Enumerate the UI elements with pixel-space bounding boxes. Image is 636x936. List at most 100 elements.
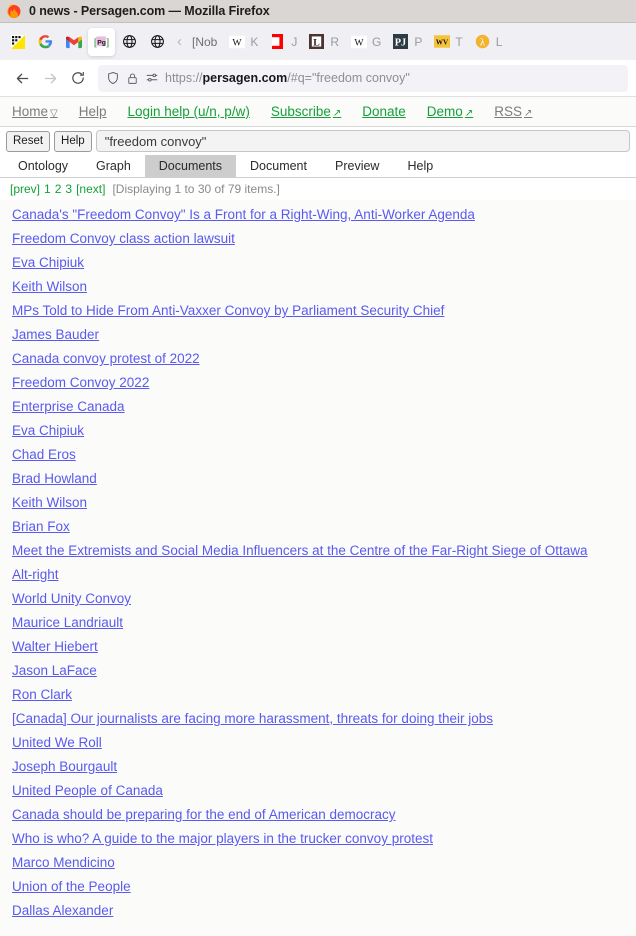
window-title: 0 news - Persagen.com — Mozilla Firefox (29, 4, 270, 18)
list-item[interactable]: Marco Mendicino (12, 851, 636, 875)
lambda-icon: λ (474, 33, 491, 50)
list-item[interactable]: MPs Told to Hide From Anti-Vaxxer Convoy… (12, 299, 636, 323)
site-navigation[interactable]: Home ▽ Help Login help (u/n, p/w) Subscri… (0, 97, 636, 127)
bookmark-globe-2[interactable] (144, 28, 171, 56)
list-item[interactable]: Enterprise Canada (12, 395, 636, 419)
nav-item-demo[interactable]: Demo ↗ (427, 104, 473, 119)
chevron-left-icon[interactable]: ‹ (172, 33, 187, 50)
permissions-icon[interactable] (145, 71, 159, 85)
list-item[interactable]: Chad Eros (12, 443, 636, 467)
tab-ontology[interactable]: Ontology (4, 155, 82, 177)
shield-icon[interactable] (106, 71, 120, 85)
list-item[interactable]: Canada's "Freedom Convoy" Is a Front for… (12, 203, 636, 227)
list-item[interactable]: United We Roll (12, 731, 636, 755)
pager-prev[interactable]: [prev] (10, 182, 40, 196)
list-item[interactable]: Dallas Alexander (12, 899, 636, 923)
lock-icon[interactable] (126, 72, 139, 85)
bookmark-label: K (250, 34, 259, 49)
list-item[interactable]: Keith Wilson (12, 275, 636, 299)
list-item[interactable]: Brad Howland (12, 467, 636, 491)
list-item[interactable]: World Unity Convoy (12, 587, 636, 611)
search-toolbar[interactable]: Reset Help (0, 127, 636, 155)
list-item[interactable]: Jason LaFace (12, 659, 636, 683)
back-arrow-icon[interactable] (8, 64, 36, 92)
nav-item-rss[interactable]: RSS ↗ (494, 104, 532, 119)
svg-text:L: L (314, 37, 321, 48)
list-item[interactable]: [Canada] Our journalists are facing more… (12, 707, 636, 731)
list-item[interactable]: Alt-right (12, 563, 636, 587)
bookmark-lambda[interactable]: λ L (469, 28, 508, 56)
page-tabs[interactable]: Ontology Graph Documents Document Previe… (0, 155, 636, 178)
bookmark-google[interactable] (32, 28, 59, 56)
svg-text:WV: WV (436, 39, 449, 47)
tab-preview[interactable]: Preview (321, 155, 393, 177)
gmail-icon (65, 33, 82, 50)
tab-document[interactable]: Document (236, 155, 321, 177)
browser-navigation-bar[interactable]: https://persagen.com/#q="freedom convoy" (0, 60, 636, 97)
list-item[interactable]: Canada should be preparing for the end o… (12, 803, 636, 827)
search-input[interactable] (95, 130, 630, 152)
list-item[interactable]: Brian Fox (12, 515, 636, 539)
external-link-icon: ↗ (464, 108, 474, 119)
bookmark-library[interactable]: L R (303, 28, 344, 56)
list-item[interactable]: Joseph Bourgault (12, 755, 636, 779)
bookmark-globe-1[interactable] (116, 28, 143, 56)
pager-next[interactable]: [next] (76, 182, 105, 196)
list-item[interactable]: Walter Hiebert (12, 635, 636, 659)
bookmark-wikiwand[interactable]: WV T (428, 28, 467, 56)
nav-label: Help (78, 104, 107, 119)
tab-documents[interactable]: Documents (144, 155, 237, 177)
wikipedia-icon: W (350, 33, 367, 50)
list-item[interactable]: United People of Canada (12, 779, 636, 803)
pagination[interactable]: [prev] 1 2 3 [next] [Displaying 1 to 30 … (0, 178, 636, 200)
list-item[interactable]: James Bauder (12, 323, 636, 347)
external-link-icon: ↗ (332, 108, 342, 119)
bookmark-nobel[interactable]: [Nob (187, 28, 222, 56)
list-item[interactable]: Eva Chipiuk (12, 251, 636, 275)
bookmark-pj[interactable]: PJ P (387, 28, 427, 56)
nav-item-help[interactable]: Help (79, 104, 107, 119)
list-item[interactable]: Maurice Landriault (12, 611, 636, 635)
nav-label: Home (12, 104, 49, 119)
bookmark-persagen[interactable]: [ Pg ] (88, 27, 115, 56)
bookmarks-toolbar[interactable]: [ Pg ] ‹ [Nob W K J L R W G PJ P WV T λ … (0, 23, 636, 60)
bookmark-jstor[interactable]: J (264, 28, 302, 56)
list-item[interactable]: Union of the People (12, 875, 636, 899)
list-item[interactable]: Freedom Convoy class action lawsuit (12, 227, 636, 251)
list-item[interactable]: Keith Wilson (12, 491, 636, 515)
pager-page-3[interactable]: 3 (65, 182, 72, 196)
nav-label: RSS (494, 104, 522, 119)
firefox-icon (6, 3, 22, 19)
bookmark-label: [Nob (192, 34, 218, 49)
forward-arrow-icon[interactable] (36, 64, 64, 92)
bookmark-apps-grid[interactable] (4, 28, 31, 56)
list-item[interactable]: Eva Chipiuk (12, 419, 636, 443)
reset-button[interactable]: Reset (6, 130, 51, 152)
nav-item-subscribe[interactable]: Subscribe ↗ (271, 104, 341, 119)
pager-page-1[interactable]: 1 (44, 182, 51, 196)
nav-item-home[interactable]: Home ▽ (12, 104, 58, 119)
list-item[interactable]: Ron Clark (12, 683, 636, 707)
bookmark-wikipedia-g[interactable]: W G (345, 28, 386, 56)
bookmark-gmail[interactable] (60, 28, 87, 56)
url-text: https://persagen.com/#q="freedom convoy" (165, 71, 410, 85)
nav-item-donate[interactable]: Donate (362, 104, 406, 119)
url-path: /#q="freedom convoy" (287, 71, 410, 85)
globe-icon (149, 33, 166, 50)
tab-help[interactable]: Help (393, 155, 447, 177)
nav-item-login-help[interactable]: Login help (u/n, p/w) (127, 104, 249, 119)
list-item[interactable]: Meet the Extremists and Social Media Inf… (12, 539, 636, 563)
bookmark-wikipedia-k[interactable]: W K (223, 28, 263, 56)
list-item[interactable]: Freedom Convoy 2022 (12, 371, 636, 395)
list-item[interactable]: Canada convoy protest of 2022 (12, 347, 636, 371)
list-item[interactable]: Who is who? A guide to the major players… (12, 827, 636, 851)
url-scheme: https:// (165, 71, 203, 85)
jstor-icon (269, 33, 286, 50)
search-help-button[interactable]: Help (54, 130, 92, 152)
tab-graph[interactable]: Graph (82, 155, 145, 177)
pager-page-2[interactable]: 2 (55, 182, 62, 196)
reload-icon[interactable] (64, 64, 92, 92)
wikiwand-icon: WV (433, 33, 450, 50)
google-icon (37, 33, 54, 50)
url-bar[interactable]: https://persagen.com/#q="freedom convoy" (98, 64, 628, 92)
